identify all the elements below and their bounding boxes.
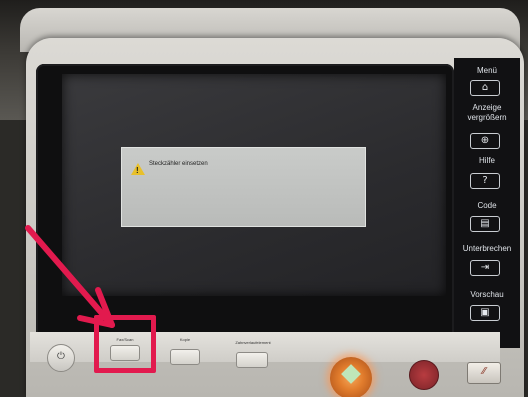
dialog-message: Steckzähler einsetzen [149, 161, 208, 167]
question-icon: ? [482, 175, 488, 186]
user-box-button[interactable] [236, 352, 268, 368]
warning-dialog: ! Steckzähler einsetzen [121, 147, 366, 227]
preview-icon: ▣ [480, 307, 490, 318]
copier-photo: ! Steckzähler einsetzen Menü ⌂ Anzeige v… [0, 0, 528, 397]
reset-button[interactable]: ⁄⁄ [467, 362, 501, 384]
warning-exclamation: ! [136, 166, 139, 175]
menu-button[interactable]: ⌂ [470, 80, 500, 96]
side-key-panel: Menü ⌂ Anzeige vergrößern ⊕ Hilfe ? Code… [454, 58, 520, 348]
zoom-button[interactable]: ⊕ [470, 133, 500, 149]
user-box-label: Zahnverlaufelement [235, 340, 271, 345]
start-button[interactable] [330, 357, 372, 397]
copy-button[interactable] [170, 349, 200, 365]
interrupt-label: Unterbrechen [462, 244, 512, 253]
menu-label: Menü [476, 66, 497, 75]
code-button[interactable]: ▤ [470, 216, 500, 232]
help-label: Hilfe [478, 156, 495, 165]
interrupt-icon: ⇥ [480, 262, 490, 273]
home-icon: ⌂ [481, 82, 489, 93]
power-icon: ⏻ [57, 351, 65, 362]
power-button[interactable]: ⏻ [47, 344, 75, 372]
magnifier-plus-icon: ⊕ [480, 135, 490, 146]
copy-label: Kopie [179, 337, 191, 342]
stop-button[interactable] [409, 360, 439, 390]
interrupt-button[interactable]: ⇥ [470, 260, 500, 276]
preview-label: Vorschau [470, 290, 504, 299]
zoom-label-1: Anzeige [472, 103, 502, 112]
zoom-label-2: vergrößern [467, 113, 507, 122]
start-diamond-icon [341, 364, 361, 384]
annotation-highlight-box [94, 315, 156, 373]
help-button[interactable]: ? [470, 173, 500, 189]
code-label: Code [477, 201, 497, 210]
code-icon: ▤ [480, 218, 490, 229]
reset-icon: ⁄⁄ [482, 366, 486, 377]
preview-button[interactable]: ▣ [470, 305, 500, 321]
